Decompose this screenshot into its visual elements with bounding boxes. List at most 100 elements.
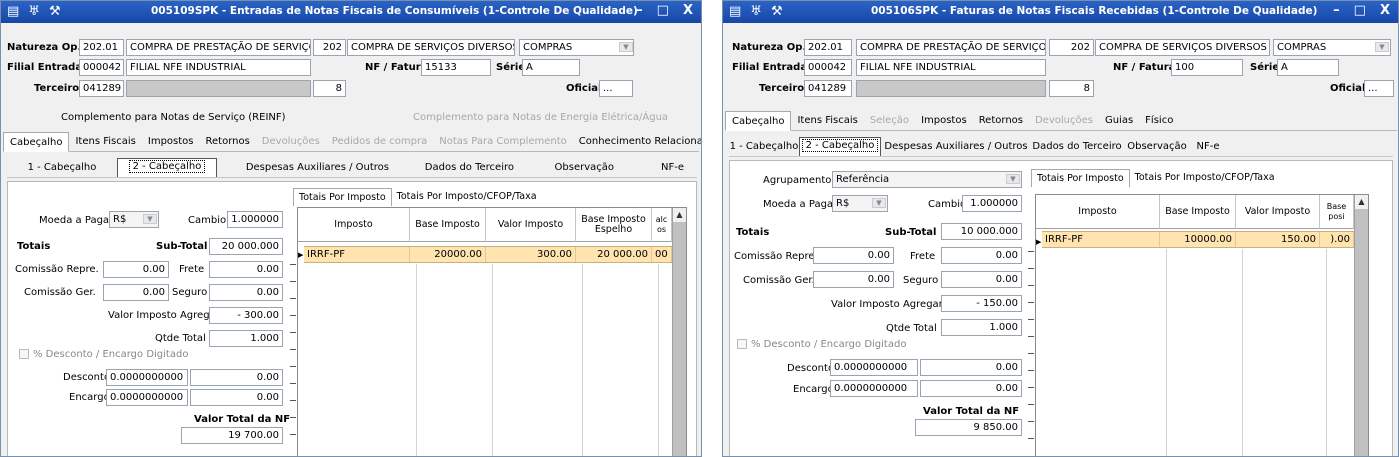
- tab-pedidos-compra[interactable]: Pedidos de compra: [326, 132, 433, 152]
- desconto-pct-field[interactable]: 0.0000000000: [830, 359, 918, 376]
- col-valor-imposto[interactable]: Valor Imposto: [1236, 195, 1320, 229]
- cambio-field[interactable]: 1.000000: [962, 195, 1022, 212]
- comissao-repre-field[interactable]: 0.00: [103, 261, 169, 278]
- desconto-value-field[interactable]: 0.00: [920, 359, 1022, 376]
- subtab-dados-terceiro[interactable]: Dados do Terceiro: [389, 158, 514, 177]
- filial-desc-field[interactable]: FILIAL NFE INDUSTRIAL: [126, 59, 311, 76]
- natureza-desc2-field[interactable]: COMPRA DE SERVIÇOS DIVERSOS: [347, 39, 515, 56]
- oficial-button[interactable]: ...: [599, 80, 633, 97]
- tab-devolucoes[interactable]: Devoluções: [256, 132, 326, 152]
- subtab-1-cabecalho[interactable]: 1 - Cabeçalho: [729, 137, 799, 156]
- natureza-num-field[interactable]: 202: [313, 39, 346, 56]
- cambio-field[interactable]: 1.000000: [227, 211, 283, 228]
- qtde-field[interactable]: 1.000: [941, 319, 1022, 336]
- close-button[interactable]: X: [1380, 3, 1390, 18]
- subtab-observacao[interactable]: Observação: [514, 158, 614, 177]
- table-row[interactable]: IRRF-PF 10000.00 150.00 ).00: [1042, 231, 1354, 248]
- tab-conhecimento[interactable]: Conhecimento Relacionado: [573, 132, 701, 152]
- tab-retornos[interactable]: Retornos: [200, 132, 256, 152]
- tax-grid[interactable]: Imposto Base Imposto Valor Imposto Base …: [297, 207, 687, 456]
- natureza-code-field[interactable]: 202.01: [79, 39, 124, 56]
- desconto-encargo-checkbox[interactable]: [737, 339, 747, 349]
- terceiro-num-field[interactable]: 8: [313, 80, 346, 97]
- encargo-value-field[interactable]: 0.00: [920, 380, 1022, 397]
- tab-itens-fiscais[interactable]: Itens Fiscais: [69, 132, 141, 152]
- tab-complemento-energia[interactable]: Complemento para Notas de Energia Elétri…: [413, 112, 668, 123]
- subtab-nfe[interactable]: NF-e: [614, 158, 684, 177]
- tab-totais-cfop[interactable]: Totais Por Imposto/CFOP/Taxa: [392, 188, 542, 206]
- qtde-field[interactable]: 1.000: [209, 330, 283, 347]
- comissao-ger-field[interactable]: 0.00: [813, 271, 894, 288]
- serie-field[interactable]: A: [522, 59, 580, 76]
- minimize-button[interactable]: –: [1333, 3, 1340, 18]
- window-icon[interactable]: ▤: [729, 4, 741, 19]
- table-row[interactable]: IRRF-PF 20000.00 300.00 20 000.00 00: [304, 246, 672, 263]
- tax-grid[interactable]: Imposto Base Imposto Valor Imposto Base …: [1035, 194, 1369, 456]
- col-extra[interactable]: alc os: [652, 208, 672, 242]
- filial-desc-field[interactable]: FILIAL NFE INDUSTRIAL: [856, 59, 1046, 76]
- col-imposto[interactable]: Imposto: [1036, 195, 1160, 229]
- desconto-encargo-checkbox[interactable]: [19, 349, 29, 359]
- filial-code-field[interactable]: 000042: [804, 59, 852, 76]
- seguro-field[interactable]: 0.00: [209, 284, 283, 301]
- terceiro-name-field[interactable]: [126, 80, 311, 97]
- terceiro-code-field[interactable]: 041289: [79, 80, 124, 97]
- subtotal-field[interactable]: 20 000.000: [209, 238, 283, 255]
- tree-icon[interactable]: ♅: [28, 4, 40, 19]
- encargo-pct-field[interactable]: 0.0000000000: [106, 389, 188, 406]
- tab-cabecalho[interactable]: Cabeçalho: [3, 132, 70, 152]
- minimize-button[interactable]: –: [636, 3, 643, 18]
- tab-notas-complemento[interactable]: Notas Para Complemento: [433, 132, 573, 152]
- subtab-despesas[interactable]: Despesas Auxiliares / Outros: [881, 137, 1031, 156]
- window-icon[interactable]: ▤: [7, 4, 19, 19]
- desconto-value-field[interactable]: 0.00: [190, 369, 283, 386]
- tab-guias[interactable]: Guias: [1099, 111, 1139, 131]
- title-bar[interactable]: ▤ ♅ ⚒ 005106SPK - Faturas de Notas Fiscais…: [723, 1, 1398, 23]
- frete-field[interactable]: 0.00: [941, 247, 1022, 264]
- valor-imposto-field[interactable]: - 300.00: [209, 307, 283, 324]
- tab-itens-fiscais[interactable]: Itens Fiscais: [791, 111, 863, 131]
- col-base-espelho[interactable]: Base Imposto Espelho: [576, 208, 652, 242]
- tab-selecao[interactable]: Seleção: [864, 111, 915, 131]
- subtab-despesas[interactable]: Despesas Auxiliares / Outros: [217, 158, 389, 177]
- comissao-ger-field[interactable]: 0.00: [103, 284, 169, 301]
- nf-field[interactable]: 15133: [421, 59, 491, 76]
- close-button[interactable]: X: [683, 3, 693, 18]
- natureza-code-field[interactable]: 202.01: [804, 39, 852, 56]
- tab-totais-cfop[interactable]: Totais Por Imposto/CFOP/Taxa: [1130, 169, 1280, 187]
- natureza-desc-field[interactable]: COMPRA DE PRESTAÇÃO DE SERVIÇOS: [856, 39, 1046, 56]
- wrench-icon[interactable]: ⚒: [49, 4, 61, 19]
- agrupamento-field[interactable]: Referência: [832, 171, 1022, 188]
- terceiro-code-field[interactable]: 041289: [804, 80, 852, 97]
- serie-field[interactable]: A: [1277, 59, 1339, 76]
- grid-scrollbar[interactable]: ▲: [1354, 195, 1368, 456]
- seguro-field[interactable]: 0.00: [941, 271, 1022, 288]
- subtab-dados-terceiro[interactable]: Dados do Terceiro: [1031, 137, 1123, 156]
- maximize-button[interactable]: □: [1354, 3, 1366, 18]
- nf-field[interactable]: 100: [1171, 59, 1243, 76]
- subtab-nfe[interactable]: NF-e: [1191, 137, 1225, 156]
- terceiro-name-field[interactable]: [856, 80, 1046, 97]
- tipo-dropdown[interactable]: ▼: [1371, 39, 1391, 56]
- agrupamento-dropdown[interactable]: ▼: [1002, 171, 1022, 188]
- col-base-espelho[interactable]: Base posi: [1320, 195, 1354, 229]
- tab-cabecalho[interactable]: Cabeçalho: [725, 111, 792, 131]
- valor-total-field[interactable]: 19 700.00: [181, 427, 283, 444]
- tree-icon[interactable]: ♅: [750, 4, 762, 19]
- tab-devolucoes[interactable]: Devoluções: [1029, 111, 1099, 131]
- col-imposto[interactable]: Imposto: [298, 208, 410, 242]
- col-base-imposto[interactable]: Base Imposto: [1160, 195, 1236, 229]
- grid-scrollbar[interactable]: ▲: [672, 208, 686, 456]
- tab-totais-imposto[interactable]: Totais Por Imposto: [293, 188, 392, 206]
- scroll-up-icon[interactable]: ▲: [673, 208, 686, 222]
- filial-code-field[interactable]: 000042: [79, 59, 124, 76]
- tab-retornos[interactable]: Retornos: [973, 111, 1029, 131]
- tab-impostos[interactable]: Impostos: [915, 111, 973, 131]
- col-base-imposto[interactable]: Base Imposto: [410, 208, 486, 242]
- desconto-pct-field[interactable]: 0.0000000000: [106, 369, 188, 386]
- subtab-1-cabecalho[interactable]: 1 - Cabeçalho: [7, 158, 117, 177]
- tab-impostos[interactable]: Impostos: [142, 132, 200, 152]
- col-valor-imposto[interactable]: Valor Imposto: [486, 208, 576, 242]
- valor-total-field[interactable]: 9 850.00: [915, 419, 1022, 436]
- subtab-observacao[interactable]: Observação: [1123, 137, 1191, 156]
